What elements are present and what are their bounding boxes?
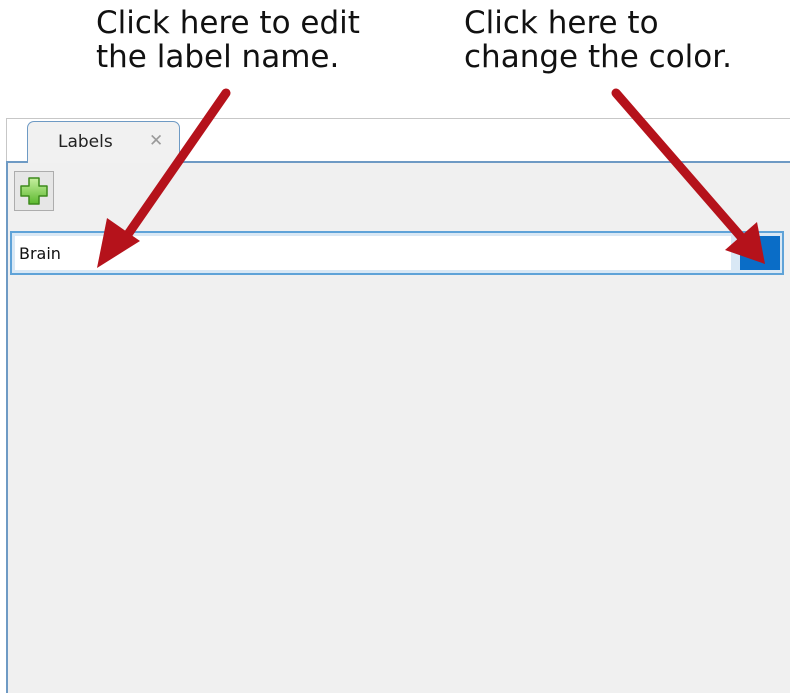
label-row [10, 231, 784, 275]
edit-label-annotation: Click here to edit the label name. [96, 6, 360, 74]
change-color-annotation: Click here to change the color. [464, 6, 732, 74]
annotated-screenshot: Click here to edit the label name. Click… [0, 0, 790, 693]
edit-label-annotation-line-2: the label name. [96, 39, 340, 75]
add-label-button[interactable] [14, 171, 54, 211]
labels-panel-body [6, 161, 790, 693]
tab-strip: Labels ✕ [6, 118, 790, 163]
close-icon[interactable]: ✕ [149, 131, 163, 151]
label-name-field[interactable] [15, 236, 731, 270]
tab-labels-title: Labels [58, 132, 113, 152]
tab-labels[interactable]: Labels ✕ [27, 121, 180, 163]
change-color-annotation-line-1: Click here to [464, 5, 659, 41]
green-plus-icon [20, 177, 48, 205]
change-color-annotation-line-2: change the color. [464, 39, 733, 75]
labels-panel: Labels ✕ [0, 118, 790, 693]
edit-label-annotation-line-1: Click here to edit [96, 5, 360, 41]
label-color-swatch[interactable] [740, 236, 780, 270]
